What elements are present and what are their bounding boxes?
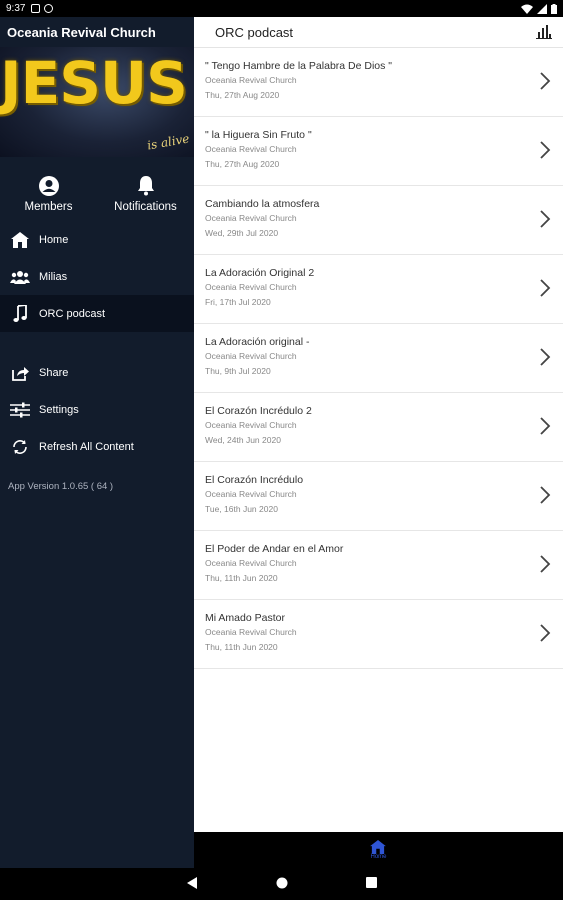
- episode-row[interactable]: " Tengo Hambre de la Palabra De Dios " O…: [194, 48, 563, 117]
- episode-row[interactable]: La Adoración Original 2 Oceania Revival …: [194, 255, 563, 324]
- podcast-panel: ORC podcast " Tengo Hambre de la Palabra…: [194, 17, 563, 832]
- episode-author: Oceania Revival Church: [205, 558, 297, 568]
- episode-title: " la Higuera Sin Fruto ": [205, 129, 312, 141]
- recents-icon[interactable]: [366, 877, 377, 888]
- at-sign-icon: [44, 4, 54, 13]
- episode-title: Cambiando la atmosfera: [205, 198, 320, 210]
- group-icon: [10, 267, 30, 287]
- episode-title: " Tengo Hambre de la Palabra De Dios ": [205, 60, 393, 72]
- app-title: Oceania Revival Church: [7, 24, 156, 40]
- signal-icon: [537, 3, 547, 14]
- person-icon: [38, 174, 60, 198]
- chevron-right-icon: [540, 348, 551, 366]
- nav-item-label: Settings: [39, 403, 79, 416]
- episode-author: Oceania Revival Church: [205, 282, 297, 292]
- episode-title: La Adoración Original 2: [205, 267, 315, 279]
- nav-item-label: ORC podcast: [39, 307, 106, 320]
- episode-row[interactable]: La Adoración original - Oceania Revival …: [194, 324, 563, 393]
- back-icon[interactable]: [186, 877, 198, 889]
- bell-icon: [137, 174, 155, 198]
- chevron-right-icon: [540, 624, 551, 642]
- episode-date: Wed, 24th Jun 2020: [205, 435, 281, 445]
- episode-date: Thu, 11th Jun 2020: [205, 642, 278, 652]
- home-icon: [10, 230, 30, 250]
- refresh-icon: [10, 437, 30, 457]
- tab-home[interactable]: Home: [370, 832, 387, 868]
- episode-row[interactable]: Cambiando la atmosfera Oceania Revival C…: [194, 186, 563, 255]
- home-icon: [370, 840, 387, 854]
- status-time: 9:37: [6, 3, 26, 14]
- episode-author: Oceania Revival Church: [205, 75, 297, 85]
- nav-item-label: Milias: [39, 270, 68, 283]
- chevron-right-icon: [540, 279, 551, 297]
- nav-item-home[interactable]: Home: [0, 221, 194, 258]
- chevron-right-icon: [540, 555, 551, 573]
- page-title: ORC podcast: [215, 24, 294, 40]
- battery-icon: [551, 3, 557, 14]
- hero-tagline: is alive: [146, 131, 191, 153]
- episode-author: Oceania Revival Church: [205, 627, 297, 637]
- nav-item-milias[interactable]: Milias: [0, 258, 194, 295]
- nav-item-label: Share: [39, 366, 69, 379]
- notifications-button[interactable]: Notifications: [97, 165, 194, 221]
- episode-author: Oceania Revival Church: [205, 144, 297, 154]
- notification-icon: [31, 4, 41, 13]
- episode-row[interactable]: Mi Amado Pastor Oceania Revival Church T…: [194, 600, 563, 669]
- episode-date: Tue, 16th Jun 2020: [205, 504, 278, 514]
- panel-header: ORC podcast: [194, 17, 563, 48]
- episode-author: Oceania Revival Church: [205, 489, 297, 499]
- nav-item-orc-podcast[interactable]: ORC podcast: [0, 295, 194, 332]
- tab-home-label: Home: [370, 854, 387, 860]
- nav-item-share[interactable]: Share: [0, 354, 194, 391]
- episode-date: Wed, 29th Jul 2020: [205, 228, 279, 238]
- members-label: Members: [24, 200, 73, 213]
- nav-item-settings[interactable]: Settings: [0, 391, 194, 428]
- bottom-tab-bar: Home: [194, 832, 563, 868]
- episode-date: Thu, 11th Jun 2020: [205, 573, 278, 583]
- music-note-icon: [10, 304, 30, 324]
- episode-row[interactable]: " la Higuera Sin Fruto " Oceania Revival…: [194, 117, 563, 186]
- chevron-right-icon: [540, 417, 551, 435]
- episode-date: Fri, 17th Jul 2020: [205, 297, 271, 307]
- app-version: App Version 1.0.65 ( 64 ): [8, 481, 114, 492]
- navigation-drawer: Oceania Revival Church JESUS is alive Me…: [0, 17, 194, 868]
- chevron-right-icon: [540, 210, 551, 228]
- episode-title: El Poder de Andar en el Amor: [205, 543, 344, 555]
- share-icon: [10, 363, 30, 383]
- notifications-label: Notifications: [114, 200, 177, 213]
- nav-item-refresh[interactable]: Refresh All Content: [0, 428, 194, 465]
- hero-text: JESUS: [0, 49, 188, 117]
- episode-title: Mi Amado Pastor: [205, 612, 285, 624]
- episode-title: El Corazón Incrédulo: [205, 474, 304, 486]
- episode-title: La Adoración original -: [205, 336, 310, 348]
- nav-item-label: Home: [39, 233, 69, 246]
- episode-author: Oceania Revival Church: [205, 351, 297, 361]
- bar-chart-icon[interactable]: [535, 23, 553, 41]
- episode-date: Thu, 27th Aug 2020: [205, 90, 280, 100]
- chevron-right-icon: [540, 72, 551, 90]
- episode-row[interactable]: El Corazón Incrédulo Oceania Revival Chu…: [194, 462, 563, 531]
- episode-date: Thu, 9th Jul 2020: [205, 366, 271, 376]
- status-bar: 9:37: [0, 0, 563, 17]
- sliders-icon: [10, 400, 30, 420]
- chevron-right-icon: [540, 141, 551, 159]
- members-button[interactable]: Members: [0, 165, 97, 221]
- system-nav-bar: [0, 868, 563, 900]
- chevron-right-icon: [540, 486, 551, 504]
- nav-item-label: Refresh All Content: [39, 440, 134, 453]
- episode-author: Oceania Revival Church: [205, 213, 297, 223]
- home-button-icon[interactable]: [276, 877, 288, 889]
- episode-date: Thu, 27th Aug 2020: [205, 159, 280, 169]
- episode-row[interactable]: El Poder de Andar en el Amor Oceania Rev…: [194, 531, 563, 600]
- episode-row[interactable]: El Corazón Incrédulo 2 Oceania Revival C…: [194, 393, 563, 462]
- episode-author: Oceania Revival Church: [205, 420, 297, 430]
- hero-banner-image: JESUS is alive: [0, 47, 194, 157]
- wifi-icon: [521, 4, 533, 14]
- episode-title: El Corazón Incrédulo 2: [205, 405, 312, 417]
